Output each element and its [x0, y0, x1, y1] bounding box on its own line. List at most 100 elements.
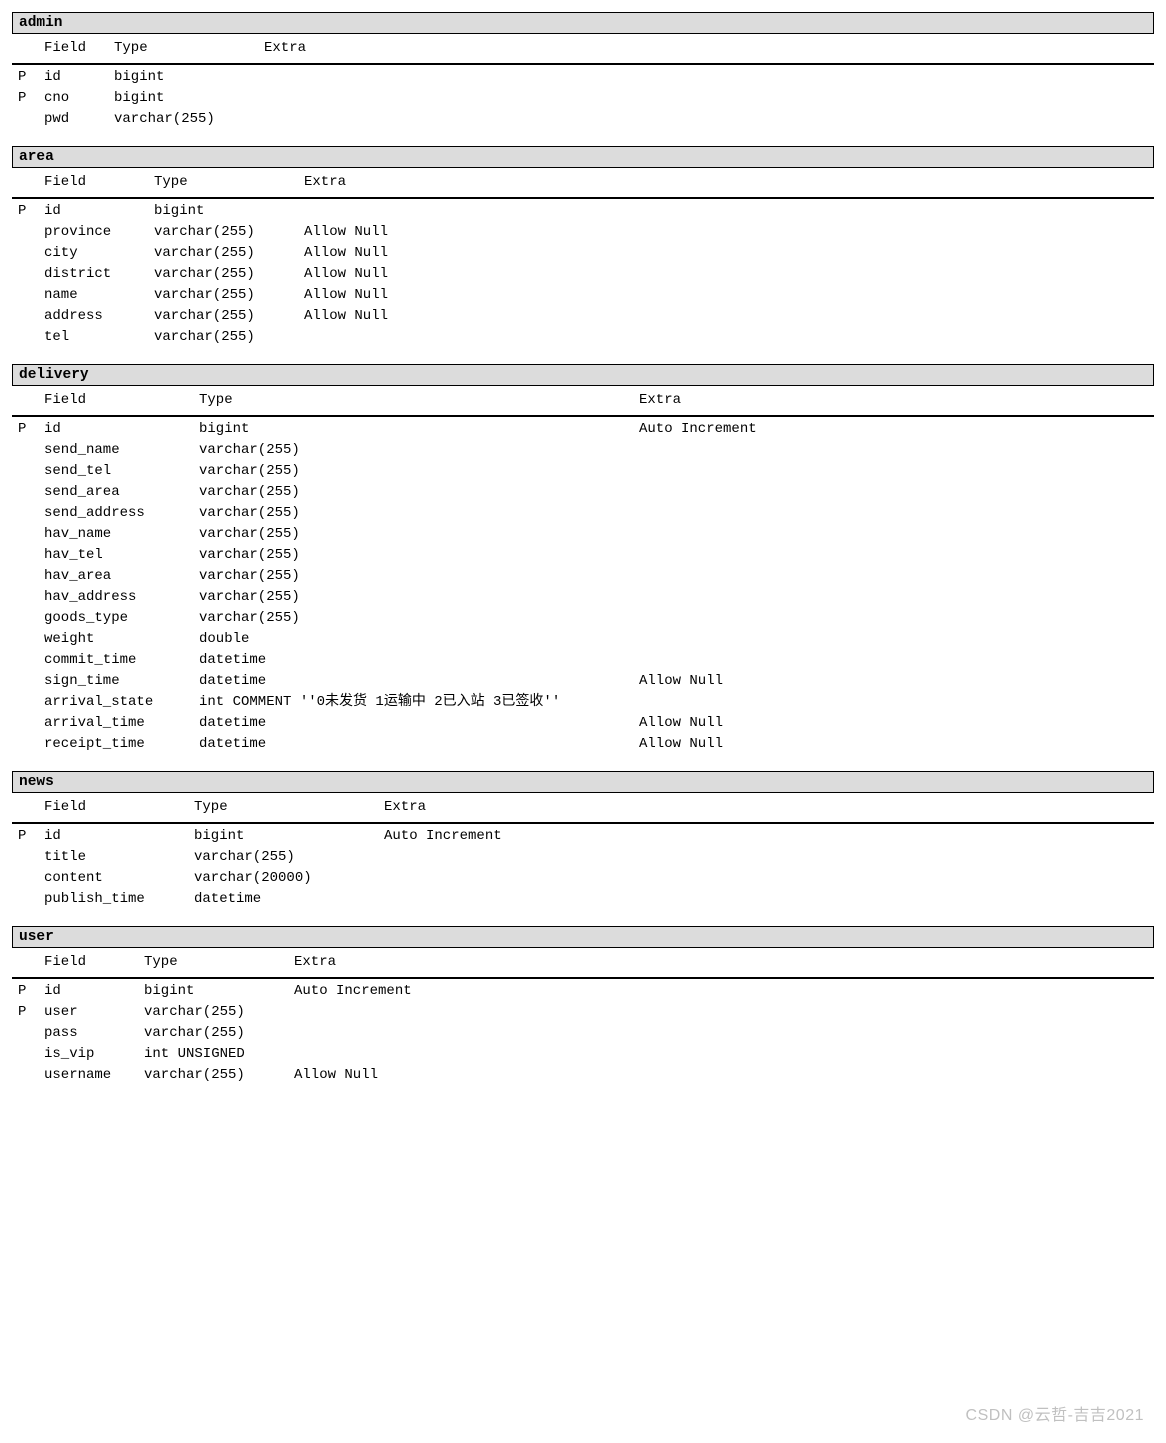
header-type: Type: [154, 172, 304, 193]
field-type: varchar(255): [199, 461, 639, 482]
header-extra: Extra: [639, 390, 681, 411]
header-field: Field: [44, 952, 144, 973]
field-name: arrival_time: [44, 713, 199, 734]
field-type: varchar(255): [199, 566, 639, 587]
field-extra: Allow Null: [294, 1065, 378, 1086]
field-name: is_vip: [44, 1044, 144, 1065]
header-extra: Extra: [304, 172, 346, 193]
table-row: PidbigintAuto Increment: [12, 981, 1154, 1002]
pk-marker: [12, 671, 44, 692]
header-row: FieldTypeExtra: [12, 797, 1154, 818]
pk-marker: [12, 692, 44, 713]
table-admin: admin FieldTypeExtraPidbigintPcnobigintp…: [12, 12, 1154, 130]
table-row: commit_timedatetime: [12, 650, 1154, 671]
table-row: send_telvarchar(255): [12, 461, 1154, 482]
field-name: sign_time: [44, 671, 199, 692]
pk-marker: [12, 306, 44, 327]
table-body: Pidbigintprovincevarchar(255)Allow Nullc…: [12, 198, 1154, 348]
table-row: send_namevarchar(255): [12, 440, 1154, 461]
header-type: Type: [144, 952, 294, 973]
field-type: double: [199, 629, 639, 650]
pk-marker: [12, 524, 44, 545]
field-type: varchar(255): [154, 264, 304, 285]
field-type: varchar(255): [199, 545, 639, 566]
field-type: varchar(255): [154, 306, 304, 327]
pk-marker: P: [12, 826, 44, 847]
field-name: hav_name: [44, 524, 199, 545]
field-type: varchar(255): [154, 243, 304, 264]
table-news: news FieldTypeExtraPidbigintAuto Increme…: [12, 771, 1154, 910]
pk-marker: [12, 713, 44, 734]
pk-marker: [12, 1065, 44, 1086]
field-name: send_tel: [44, 461, 199, 482]
table-row: goods_typevarchar(255): [12, 608, 1154, 629]
field-name: user: [44, 1002, 144, 1023]
field-name: content: [44, 868, 194, 889]
table-header: FieldTypeExtra: [12, 386, 1154, 416]
field-type: varchar(255): [199, 440, 639, 461]
field-name: receipt_time: [44, 734, 199, 755]
field-type: varchar(255): [154, 285, 304, 306]
field-extra: Auto Increment: [639, 419, 757, 440]
field-type: datetime: [199, 671, 639, 692]
table-row: provincevarchar(255)Allow Null: [12, 222, 1154, 243]
table-body: PidbigintPcnobigintpwdvarchar(255): [12, 64, 1154, 130]
pk-marker: [12, 109, 44, 130]
pk-marker: [12, 608, 44, 629]
field-type: bigint: [144, 981, 294, 1002]
field-extra: Allow Null: [304, 243, 388, 264]
field-name: id: [44, 201, 154, 222]
field-type: varchar(255): [199, 608, 639, 629]
header-extra: Extra: [264, 38, 306, 59]
table-row: hav_telvarchar(255): [12, 545, 1154, 566]
table-row: usernamevarchar(255)Allow Null: [12, 1065, 1154, 1086]
table-row: publish_timedatetime: [12, 889, 1154, 910]
pk-marker: P: [12, 88, 44, 109]
table-row: send_areavarchar(255): [12, 482, 1154, 503]
table-title: user: [12, 926, 1154, 948]
field-extra: Allow Null: [639, 671, 723, 692]
table-row: namevarchar(255)Allow Null: [12, 285, 1154, 306]
table-row: pwdvarchar(255): [12, 109, 1154, 130]
field-name: address: [44, 306, 154, 327]
field-name: hav_tel: [44, 545, 199, 566]
header-field: Field: [44, 390, 199, 411]
field-type: varchar(255): [114, 109, 264, 130]
field-name: send_name: [44, 440, 199, 461]
header-row: FieldTypeExtra: [12, 172, 1154, 193]
field-type: bigint: [194, 826, 384, 847]
pk-marker: [12, 734, 44, 755]
field-type: datetime: [199, 650, 639, 671]
pk-marker: [12, 889, 44, 910]
header-pk: [12, 390, 44, 411]
table-header: FieldTypeExtra: [12, 34, 1154, 64]
table-row: weightdouble: [12, 629, 1154, 650]
pk-marker: [12, 650, 44, 671]
field-name: username: [44, 1065, 144, 1086]
pk-marker: [12, 503, 44, 524]
field-extra: Allow Null: [304, 306, 388, 327]
table-row: hav_namevarchar(255): [12, 524, 1154, 545]
field-name: id: [44, 419, 199, 440]
pk-marker: [12, 566, 44, 587]
table-row: hav_areavarchar(255): [12, 566, 1154, 587]
pk-marker: [12, 243, 44, 264]
field-name: commit_time: [44, 650, 199, 671]
table-row: telvarchar(255): [12, 327, 1154, 348]
table-header: FieldTypeExtra: [12, 948, 1154, 978]
table-row: contentvarchar(20000): [12, 868, 1154, 889]
field-name: goods_type: [44, 608, 199, 629]
field-name: arrival_state: [44, 692, 199, 713]
header-row: FieldTypeExtra: [12, 952, 1154, 973]
field-type: datetime: [194, 889, 384, 910]
table-user: user FieldTypeExtra PidbigintAuto Increme…: [12, 926, 1154, 1086]
table-row: sign_timedatetimeAllow Null: [12, 671, 1154, 692]
table-area: area FieldTypeExtraPidbigintprovincevarc…: [12, 146, 1154, 348]
field-name: pwd: [44, 109, 114, 130]
table-row: cityvarchar(255)Allow Null: [12, 243, 1154, 264]
pk-marker: [12, 868, 44, 889]
field-type: varchar(255): [199, 503, 639, 524]
pk-marker: P: [12, 67, 44, 88]
header-type: Type: [194, 797, 384, 818]
field-extra: Auto Increment: [384, 826, 502, 847]
